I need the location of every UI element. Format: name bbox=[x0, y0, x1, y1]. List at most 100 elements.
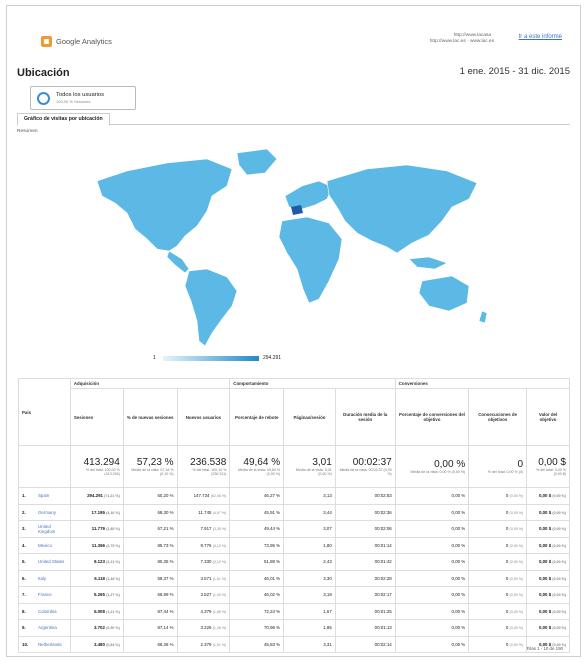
pages-cell: 3,18 bbox=[283, 586, 336, 604]
row-index: 3. bbox=[18, 520, 35, 538]
total-cell: 236.538% del total: 100,10 % (236.311) bbox=[176, 445, 231, 488]
conv-rate-cell: 0,00 % bbox=[394, 503, 470, 521]
pages-cell: 3,13 bbox=[283, 487, 336, 505]
country-link[interactable]: Argentina bbox=[35, 619, 71, 637]
col-bounce-rate[interactable]: Porcentaje de rebote bbox=[229, 388, 285, 446]
sessions-cell: 3.702 (0,90 %) bbox=[69, 619, 124, 637]
new-sessions-cell: 50,20 % bbox=[122, 487, 178, 505]
bounce-cell: 45,91 % bbox=[229, 503, 285, 521]
new-sessions-cell: 68,36 % bbox=[122, 635, 178, 653]
legend-min: 1 bbox=[153, 355, 156, 361]
col-sessions[interactable]: Sesiones bbox=[69, 388, 124, 446]
duration-cell: 00:02:14 bbox=[334, 635, 396, 653]
row-index: 2. bbox=[18, 503, 35, 521]
new-sessions-cell: 87,14 % bbox=[122, 619, 178, 637]
table-row[interactable]: 5. United States 9.123 (2,21 %) 80,35 % 7.33… bbox=[18, 553, 570, 571]
country-link[interactable]: Mexico bbox=[35, 536, 71, 554]
total-value: 00:02:37 bbox=[352, 456, 392, 468]
new-sessions-cell: 66,99 % bbox=[122, 586, 178, 604]
col-goal-conv-rate[interactable]: Porcentaje de conversiones del objetivo bbox=[394, 388, 470, 446]
col-avg-duration[interactable]: Duración media de la sesión bbox=[334, 388, 396, 446]
total-sub: Media de la vista: 00:02:37 (0,00 %) bbox=[339, 467, 392, 476]
total-value: 3,01 bbox=[312, 456, 332, 468]
table-row[interactable]: 9. Argentina 3.702 (0,90 %) 87,14 % 3.226 (1… bbox=[18, 619, 570, 637]
country-link[interactable]: United States bbox=[35, 553, 71, 571]
row-index: 7. bbox=[18, 586, 35, 604]
sessions-cell: 11.366 (2,75 %) bbox=[69, 536, 124, 554]
country-link[interactable]: Colombia bbox=[35, 602, 71, 620]
col-country[interactable]: País bbox=[18, 378, 71, 446]
ga-logo: Google Analytics bbox=[41, 36, 112, 47]
duration-cell: 00:01:13 bbox=[334, 619, 396, 637]
total-sub: % del total: 0,00 % (0,00 $) bbox=[536, 467, 566, 476]
go-to-report-link[interactable]: Ir a este informe bbox=[519, 34, 562, 40]
row-index: 10. bbox=[18, 635, 35, 653]
table-row[interactable]: 7. France 5.265 (1,27 %) 66,99 % 3.527 (1,49… bbox=[18, 586, 570, 604]
total-cell: 57,23 % Media de la vista: 57,18 % (0,10 … bbox=[122, 445, 178, 488]
total-value: 236.538 bbox=[190, 456, 227, 468]
table-row[interactable]: 6. Italy 6.118 (1,48 %) 58,37 % 3.571 (1,51 … bbox=[18, 569, 570, 587]
location-table: País Adquisición Comportamiento Conversi… bbox=[18, 378, 571, 653]
new-users-cell: 3.226 (1,36 %) bbox=[176, 619, 231, 637]
segment-chip[interactable]: Todos los usuarios 100,00 % Sesiones bbox=[30, 86, 136, 110]
total-cell: 413.294% del total: 100,00 % (413.294) bbox=[69, 445, 124, 488]
col-goal-completions[interactable]: Consecuciones de objetivos bbox=[468, 388, 528, 446]
country-link[interactable]: Spain bbox=[35, 487, 71, 505]
new-users-cell: 11.745 (4,97 %) bbox=[176, 503, 231, 521]
new-users-cell: 4.379 (1,85 %) bbox=[176, 602, 231, 620]
pages-cell: 3,07 bbox=[283, 520, 336, 538]
sessions-cell: 294.291 (71,21 %) bbox=[69, 487, 124, 505]
total-value: 413.294 bbox=[83, 456, 120, 468]
value-cell: 0,00 $ (0,00 %) bbox=[526, 503, 570, 521]
new-sessions-cell: 87,44 % bbox=[122, 602, 178, 620]
country-link[interactable]: Netherlands bbox=[35, 635, 71, 653]
country-link[interactable]: France bbox=[35, 586, 71, 604]
col-pages-session[interactable]: Páginas/sesión bbox=[283, 388, 336, 446]
sessions-cell: 5.265 (1,27 %) bbox=[69, 586, 124, 604]
sessions-cell: 5.008 (1,21 %) bbox=[69, 602, 124, 620]
value-cell: 0,00 $ (0,00 %) bbox=[526, 569, 570, 587]
row-index: 1. bbox=[18, 487, 35, 505]
table-row[interactable]: 10. Netherlands 3.480 (0,84 %) 68,36 % 2.379… bbox=[18, 635, 570, 653]
bounce-cell: 73,95 % bbox=[229, 536, 285, 554]
total-sub: Media de la vista: 57,18 % (0,10 %) bbox=[131, 467, 174, 476]
new-users-cell: 147.734 (62,46 %) bbox=[176, 487, 231, 505]
summary-label[interactable]: Resumen bbox=[17, 129, 38, 134]
bounce-cell: 49,44 % bbox=[229, 520, 285, 538]
pages-cell: 3,30 bbox=[283, 569, 336, 587]
country-link[interactable]: Germany bbox=[35, 503, 71, 521]
table-row[interactable]: 8. Colombia 5.008 (1,21 %) 87,44 % 4.379 (1,… bbox=[18, 602, 570, 620]
date-range[interactable]: 1 ene. 2015 - 31 dic. 2015 bbox=[460, 66, 570, 77]
table-row[interactable]: 4. Mexico 11.366 (2,75 %) 85,73 % 9.776 (4,1… bbox=[18, 536, 570, 554]
col-new-users[interactable]: Nuevos usuarios bbox=[176, 388, 231, 446]
sessions-cell: 17.195 (4,16 %) bbox=[69, 503, 124, 521]
group-behavior: Comportamiento bbox=[229, 378, 396, 389]
total-value: 57,23 % bbox=[136, 456, 174, 468]
goals-cell: 0 (0,00 %) bbox=[468, 553, 528, 571]
segment-sub: 100,00 % Sesiones bbox=[56, 99, 91, 104]
sessions-cell: 6.118 (1,48 %) bbox=[69, 569, 124, 587]
world-map[interactable] bbox=[57, 141, 507, 353]
new-sessions-cell: 80,35 % bbox=[122, 553, 178, 571]
country-link[interactable]: Italy bbox=[35, 569, 71, 587]
col-goal-value[interactable]: Valor del objetivo bbox=[526, 388, 570, 446]
new-users-cell: 2.379 (1,01 %) bbox=[176, 635, 231, 653]
new-sessions-cell: 85,73 % bbox=[122, 536, 178, 554]
table-row[interactable]: 2. Germany 17.195 (4,16 %) 68,30 % 11.745 (4… bbox=[18, 503, 570, 521]
row-index: 6. bbox=[18, 569, 35, 587]
col-new-sessions-pct[interactable]: % de nuevas sesiones bbox=[122, 388, 178, 446]
table-row[interactable]: 3. United Kingdom 11.779 (2,85 %) 67,21 % 7.… bbox=[18, 520, 570, 538]
segment-label: Todos los usuarios bbox=[56, 92, 105, 98]
table-row[interactable]: 1. Spain 294.291 (71,21 %) 50,20 % 147.734 (… bbox=[18, 487, 570, 505]
analytics-icon bbox=[41, 36, 52, 47]
tab-location-map[interactable]: Gráfico de visitas por ubicación bbox=[17, 113, 110, 126]
bounce-cell: 46,01 % bbox=[229, 569, 285, 587]
page-title: Ubicación bbox=[17, 67, 70, 79]
total-value: 49,64 % bbox=[243, 456, 281, 468]
country-link[interactable]: United Kingdom bbox=[35, 520, 71, 538]
value-cell: 0,00 $ (0,00 %) bbox=[526, 619, 570, 637]
map-asia bbox=[326, 164, 478, 254]
pages-cell: 2,43 bbox=[283, 553, 336, 571]
new-sessions-cell: 58,37 % bbox=[122, 569, 178, 587]
map-south-america bbox=[184, 268, 238, 347]
